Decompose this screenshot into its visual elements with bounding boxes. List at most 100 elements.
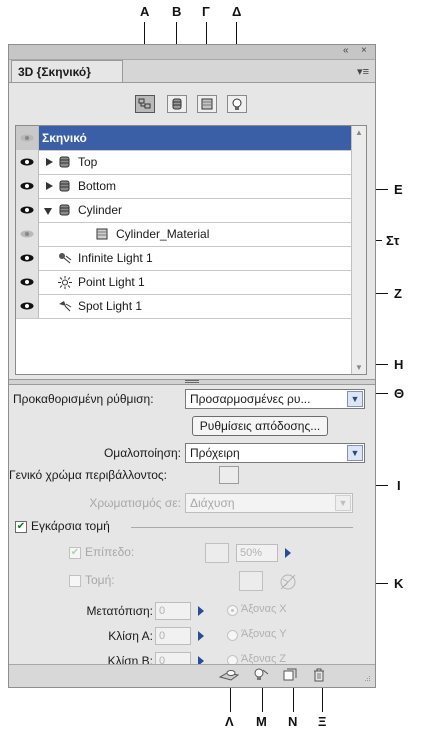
chevron-down-icon[interactable]: ▼	[347, 391, 363, 407]
material-icon	[96, 228, 108, 240]
close-icon[interactable]: ×	[361, 45, 367, 56]
axis-x-label: Άξονας X	[241, 603, 287, 615]
list-scrollbar[interactable]: ▲ ▼	[351, 126, 366, 374]
visibility-toggle[interactable]	[16, 150, 39, 174]
panel-title-bar[interactable]: « ×	[9, 45, 375, 60]
callout-d: Δ	[232, 4, 242, 19]
visibility-toggle[interactable]	[16, 126, 39, 150]
delete-icon[interactable]	[312, 668, 326, 682]
material-filter-icon	[201, 98, 213, 110]
smoothing-label: Ομαλοποίηση:	[103, 446, 181, 460]
callout-g: Γ	[202, 4, 210, 19]
tree-row-bottom[interactable]: Bottom	[16, 174, 352, 199]
panel-splitter[interactable]	[9, 379, 375, 385]
visibility-toggle[interactable]	[16, 222, 39, 246]
ambient-color-swatch[interactable]	[219, 466, 239, 484]
tree-row-top[interactable]: Top	[16, 150, 352, 175]
smoothing-value: Πρόχειρη	[190, 446, 240, 460]
mesh-filter-icon	[172, 98, 182, 110]
plane-checkbox[interactable]: ✔	[69, 547, 81, 559]
cross-section-divider	[131, 527, 353, 528]
collapse-icon[interactable]: «	[343, 45, 349, 56]
stepper-arrow-icon[interactable]	[198, 631, 204, 641]
intersection-checkbox[interactable]	[69, 575, 81, 587]
intersection-color-swatch[interactable]	[239, 571, 263, 591]
plane-opacity-value: 50%	[240, 547, 263, 559]
resize-grip-icon[interactable]	[361, 674, 371, 684]
scene-row[interactable]: Σκηνικό	[16, 126, 352, 151]
expand-arrow-icon[interactable]	[46, 158, 53, 166]
axis-x-radio[interactable]	[227, 605, 238, 616]
callout-b: B	[172, 4, 182, 19]
stepper-arrow-icon[interactable]	[285, 548, 291, 558]
cross-section-checkbox[interactable]: ✔	[15, 521, 27, 533]
callout-e: E	[394, 182, 403, 197]
eye-icon	[20, 158, 34, 166]
material-filter-button[interactable]	[197, 95, 217, 113]
callout-z: Z	[394, 286, 402, 301]
scroll-up-icon[interactable]: ▲	[355, 128, 363, 137]
callout-l: Λ	[225, 714, 234, 729]
chevron-down-icon[interactable]: ▼	[347, 445, 363, 461]
callout-i: I	[397, 478, 401, 493]
mesh-filter-button[interactable]	[167, 95, 187, 113]
tree-row-spot-light[interactable]: Spot Light 1	[16, 294, 352, 319]
paint-on-label: Χρωματισμός σε:	[89, 496, 181, 510]
tree-row-infinite-light[interactable]: Infinite Light 1	[16, 246, 352, 271]
callout-th: Θ	[394, 386, 405, 401]
plane-opacity-field[interactable]: 50%	[236, 544, 291, 562]
tree-row-point-light[interactable]: Point Light 1	[16, 270, 352, 295]
scene-filter-button[interactable]	[135, 95, 155, 113]
plane-color-swatch[interactable]	[205, 543, 229, 563]
tilt-a-field[interactable]: 0	[155, 627, 204, 645]
eye-icon	[20, 254, 34, 262]
callout-n: N	[288, 714, 298, 729]
eye-icon	[20, 230, 34, 238]
panel-tab[interactable]: 3D {Σκηνικό}	[11, 60, 123, 82]
scene-tree-list[interactable]: Σκηνικό Top Bottom Cylinder Cylinder_Mat…	[15, 125, 367, 375]
tree-row-label: Cylinder_Material	[116, 227, 210, 241]
preset-label: Προκαθορισμένη ρύθμιση:	[13, 392, 154, 406]
visibility-toggle[interactable]	[16, 174, 39, 198]
smoothing-select[interactable]: Πρόχειρη ▼	[185, 443, 365, 463]
point-light-icon	[58, 276, 72, 289]
axis-y-radio[interactable]	[227, 630, 238, 641]
scroll-down-icon[interactable]: ▼	[355, 363, 363, 372]
3d-scene-panel: « × 3D {Σκηνικό} ▾≡ Σκηνικό Top Bottom C…	[8, 44, 376, 688]
visibility-toggle[interactable]	[16, 198, 39, 222]
render-settings-button[interactable]: Ρυθμίσεις απόδοσης...	[192, 416, 328, 436]
eye-icon	[20, 206, 34, 214]
eye-icon	[20, 134, 34, 142]
callout-st: Στ	[386, 233, 400, 248]
collapse-arrow-icon[interactable]	[44, 208, 52, 215]
new-light-icon[interactable]	[283, 668, 297, 682]
flip-cross-section-icon[interactable]	[279, 573, 297, 591]
chevron-down-icon[interactable]: ▼	[335, 495, 351, 511]
tilt-a-label: Κλίση Α:	[108, 629, 153, 643]
panel-menu-icon[interactable]: ▾≡	[357, 65, 369, 78]
stepper-arrow-icon[interactable]	[198, 606, 204, 616]
offset-field[interactable]: 0	[155, 602, 204, 620]
splitter-grip-icon[interactable]	[185, 380, 199, 383]
mesh-icon	[59, 156, 70, 168]
preset-select[interactable]: Προσαρμοσμένες ρυ... ▼	[185, 389, 365, 409]
visibility-toggle[interactable]	[16, 294, 39, 318]
visibility-toggle[interactable]	[16, 270, 39, 294]
light-filter-button[interactable]	[227, 95, 247, 113]
tree-row-label: Bottom	[78, 179, 117, 193]
paint-on-select[interactable]: Διάχυση ▼	[185, 493, 353, 513]
toggle-ground-plane-icon[interactable]	[219, 668, 239, 682]
toggle-lights-icon[interactable]	[251, 668, 269, 682]
scene-filter-icon	[138, 98, 151, 109]
tree-row-cylinder-material[interactable]: Cylinder_Material	[16, 222, 352, 247]
intersection-label: Τομή:	[85, 573, 115, 587]
offset-value: 0	[159, 605, 166, 617]
axis-y-label: Άξονας Y	[241, 628, 287, 640]
eye-icon	[20, 182, 34, 190]
tree-row-cylinder[interactable]: Cylinder	[16, 198, 352, 223]
callout-h: H	[394, 357, 404, 372]
expand-arrow-icon[interactable]	[46, 182, 53, 190]
scene-row-label: Σκηνικό	[42, 131, 87, 145]
mesh-icon	[59, 204, 70, 216]
visibility-toggle[interactable]	[16, 246, 39, 270]
